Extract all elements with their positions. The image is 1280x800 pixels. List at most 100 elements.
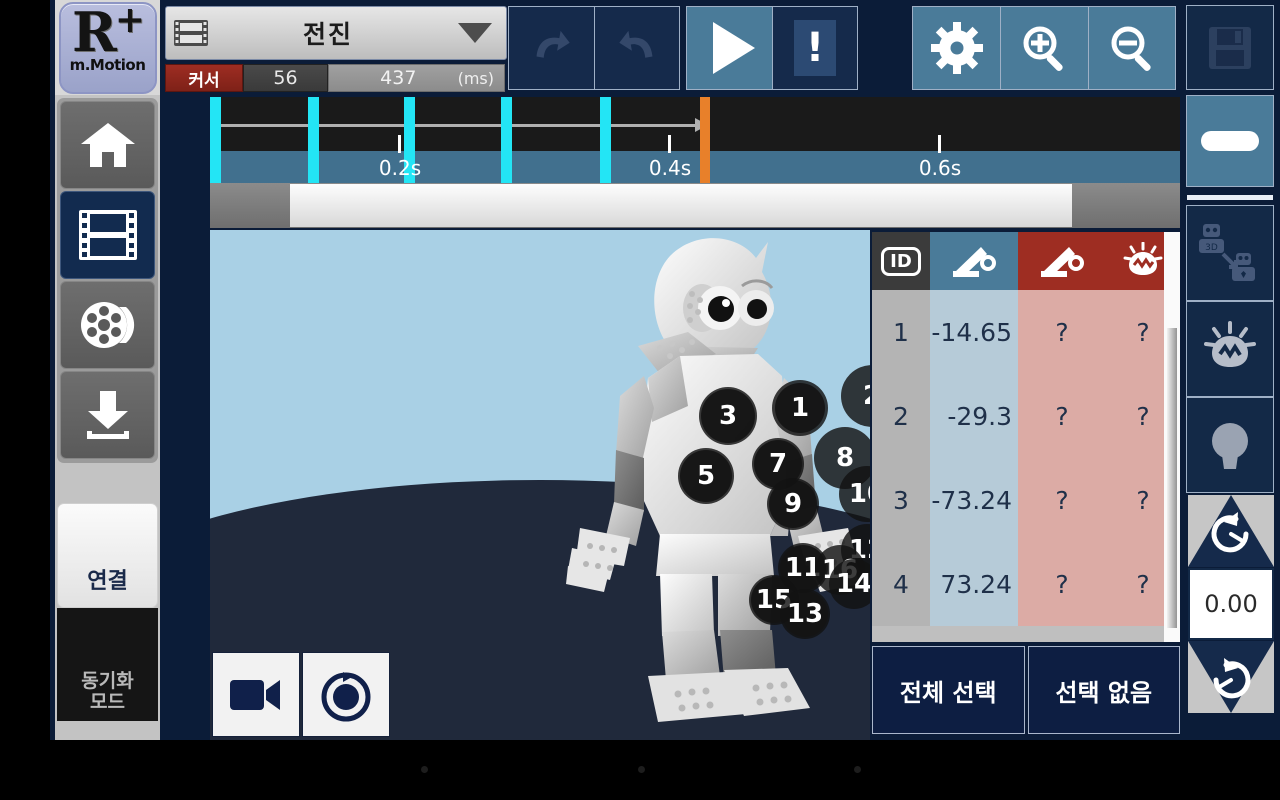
table-row[interactable]: 2 -29.3 ? ?	[872, 374, 1180, 458]
settings-button[interactable]	[913, 7, 1001, 89]
joint-marker-3[interactable]: 3	[699, 387, 757, 445]
sync-mode-button[interactable]: 동기화 모드	[57, 608, 158, 721]
motion-select[interactable]: 전진	[165, 6, 507, 60]
nav-back-dot[interactable]	[421, 766, 428, 773]
film-strip-icon	[174, 20, 208, 46]
joint-marker-1[interactable]: 1	[772, 380, 828, 436]
film-icon	[78, 210, 137, 260]
mute-toggle-button[interactable]	[1186, 95, 1274, 187]
sidebar-item-home[interactable]	[60, 101, 155, 189]
pose-transfer-button[interactable]: 3D	[1186, 205, 1274, 301]
column-header-current-angle	[930, 232, 1018, 290]
timeline-scrollbar-thumb[interactable]	[290, 184, 1072, 227]
table-scrollbar[interactable]	[1164, 232, 1180, 642]
warning-icon: !	[794, 20, 836, 76]
cell-target-angle[interactable]: ?	[1018, 374, 1106, 458]
connect-button[interactable]: 연결	[57, 503, 158, 608]
rotate-ccw-icon	[1211, 512, 1249, 553]
table-row[interactable]: 1 -14.65 ? ?	[872, 290, 1180, 374]
nav-home-dot[interactable]	[638, 766, 645, 773]
zoom-in-button[interactable]	[1000, 7, 1088, 89]
joint-marker-9[interactable]: 9	[767, 478, 819, 530]
save-button[interactable]	[1186, 5, 1274, 90]
table-row[interactable]: 3 -73.24 ? ?	[872, 458, 1180, 542]
viewport-button-group	[212, 652, 390, 737]
reset-orbit-icon	[321, 671, 371, 721]
id-header-label: ID	[881, 246, 921, 276]
settings-zoom-group	[912, 6, 1176, 90]
joint-table-body: 1 -14.65 ? ? 2 -29.3 ? ? 3 -73.24 ? ? 4 …	[872, 290, 1180, 642]
timeline-keyframe[interactable]	[501, 97, 512, 183]
cell-id: 2	[872, 374, 930, 458]
joint-marker-14[interactable]: 14	[829, 559, 870, 609]
joint-marker-2[interactable]: 2	[841, 365, 870, 427]
cursor-time-unit: (ms)	[457, 68, 494, 88]
cell-target-angle[interactable]: ?	[1018, 290, 1106, 374]
robot-3d-viewport[interactable]: 1 2 3 4 5 6 7 8 9 10 11 12 16 14 15 13	[210, 230, 870, 740]
cell-target-angle[interactable]: ?	[1018, 458, 1106, 542]
cursor-time-field[interactable]: 437 (ms)	[328, 64, 505, 92]
camera-icon	[230, 679, 280, 710]
joint-marker-5[interactable]: 5	[678, 448, 734, 504]
rotate-ccw-button[interactable]	[1188, 495, 1274, 567]
logo-badge: R+ m.Motion	[58, 1, 157, 94]
table-scrollbar-thumb[interactable]	[1167, 328, 1177, 628]
timeline[interactable]: 0.2s 0.4s 0.6s	[210, 97, 1180, 183]
play-button[interactable]	[687, 7, 772, 89]
left-sidebar-nav-group	[57, 98, 158, 463]
timeline-range-arrow	[212, 124, 700, 127]
cursor-frame-value[interactable]: 56	[243, 64, 328, 92]
angle-icon-red	[1041, 247, 1084, 277]
sidebar-item-motion-unit[interactable]	[60, 281, 155, 369]
rotate-cw-button[interactable]	[1188, 641, 1274, 713]
cell-current-angle[interactable]: -73.24	[930, 458, 1018, 542]
undo-icon	[536, 30, 570, 58]
cell-current-angle[interactable]: 73.24	[930, 542, 1018, 626]
timeline-tick-label: 0.4s	[648, 156, 692, 180]
film-reel-icon	[80, 302, 134, 348]
timeline-keyframe[interactable]	[308, 97, 319, 183]
undo-button[interactable]	[509, 7, 594, 89]
select-all-button[interactable]: 전체 선택	[872, 646, 1025, 734]
zoom-in-icon	[1023, 26, 1064, 71]
camera-button[interactable]	[212, 652, 300, 737]
timeline-scrollbar[interactable]	[210, 183, 1180, 228]
joint-table[interactable]: ID 1 -14.65 ? ? 2 -29.3 ? ? 3 -73.24 ? ?…	[872, 232, 1180, 642]
lightbulb-off-icon	[1212, 423, 1248, 469]
redo-icon	[619, 30, 653, 58]
warning-button[interactable]: !	[772, 7, 857, 89]
connect-label: 연결	[87, 569, 128, 594]
cursor-label: 커서	[165, 64, 243, 92]
floppy-disk-icon	[1209, 26, 1251, 69]
nav-recents-dot[interactable]	[854, 766, 861, 773]
logo-subtitle: m.Motion	[69, 55, 146, 74]
led-off-button[interactable]	[1186, 397, 1274, 493]
sync-mode-label: 동기화 모드	[81, 671, 133, 713]
angle-icon-blue	[953, 247, 996, 277]
timeline-keyframe[interactable]	[600, 97, 611, 183]
table-row[interactable]: 4 73.24 ? ?	[872, 542, 1180, 626]
timeline-cursor[interactable]	[700, 97, 710, 183]
cell-id: 1	[872, 290, 930, 374]
robot-transfer-icon: 3D	[1199, 224, 1255, 281]
zoom-out-button[interactable]	[1087, 7, 1175, 89]
redo-button[interactable]	[594, 7, 679, 89]
timeline-tick-label: 0.6s	[918, 156, 962, 180]
sidebar-item-motion-editor[interactable]	[60, 191, 155, 279]
rotate-value-field[interactable]: 0.00	[1188, 568, 1274, 640]
warning-glyph: !	[805, 25, 825, 71]
timeline-tick	[668, 135, 671, 153]
sidebar-item-download[interactable]	[60, 371, 155, 459]
reset-view-button[interactable]	[302, 652, 390, 737]
joint-marker-13[interactable]: 13	[780, 589, 830, 639]
sync-label-line2: 모드	[90, 691, 125, 713]
select-none-button[interactable]: 선택 없음	[1027, 646, 1180, 734]
logo-letter-r: R+	[72, 2, 145, 59]
right-sidebar: 3D 0.00	[1186, 95, 1276, 740]
led-on-button[interactable]	[1186, 301, 1274, 397]
cell-current-angle[interactable]: -29.3	[930, 374, 1018, 458]
timeline-keyframe[interactable]	[210, 97, 221, 183]
table-action-buttons: 전체 선택 선택 없음	[872, 646, 1180, 734]
cell-current-angle[interactable]: -14.65	[930, 290, 1018, 374]
cell-target-angle[interactable]: ?	[1018, 542, 1106, 626]
